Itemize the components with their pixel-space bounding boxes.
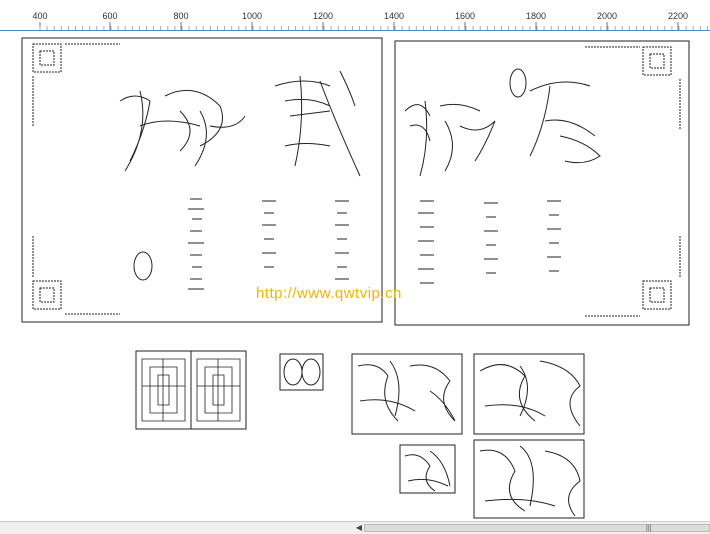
ruler-label: 800 — [173, 11, 189, 21]
seal-stamp — [283, 358, 303, 386]
lattice-tile[interactable] — [190, 350, 247, 430]
corner-ornament — [32, 43, 120, 126]
ruler-label: 2000 — [596, 11, 618, 21]
ruler-label: 1400 — [383, 11, 405, 21]
canvas-drawing — [21, 37, 690, 519]
calligraphy-column — [418, 200, 434, 284]
calligraphy-character — [139, 110, 246, 167]
calligraphy-column — [335, 200, 349, 280]
right-calligraphy-panel[interactable] — [394, 40, 690, 326]
ruler-label: 1600 — [454, 11, 476, 21]
calligraphy-pattern — [357, 360, 456, 422]
scroll-thumb[interactable] — [364, 524, 710, 532]
ruler-label: 1800 — [525, 11, 547, 21]
calligraphy-pattern — [404, 450, 451, 492]
seal-stamp — [301, 358, 321, 386]
ruler-label: 1000 — [241, 11, 263, 21]
calligraphy-character — [529, 81, 601, 164]
drawing-canvas[interactable]: http://www.qwtvip.cn — [0, 31, 710, 521]
watermark-text: http://www.qwtvip.cn — [256, 285, 402, 302]
calligraphy-tile[interactable] — [351, 353, 463, 435]
calligraphy-pattern — [479, 445, 581, 517]
seal-stamp — [509, 68, 527, 98]
calligraphy-column — [484, 202, 498, 274]
calligraphy-character — [404, 100, 496, 177]
ruler-label: 2200 — [667, 11, 689, 21]
horizontal-ruler[interactable]: 400 600 800 1000 1200 1400 1600 1800 200… — [0, 0, 710, 31]
ruler-label: 600 — [102, 11, 118, 21]
calligraphy-column — [262, 200, 276, 268]
corner-ornament — [585, 46, 681, 129]
calligraphy-character — [119, 89, 223, 172]
lattice-tile[interactable] — [135, 350, 192, 430]
calligraphy-tile[interactable] — [473, 439, 585, 519]
ruler-label: 1200 — [312, 11, 334, 21]
calligraphy-pattern — [479, 360, 581, 427]
calligraphy-character — [274, 70, 361, 177]
calligraphy-column — [188, 198, 204, 290]
seal-stamp — [133, 251, 153, 281]
corner-ornament — [585, 236, 681, 317]
calligraphy-column — [547, 200, 561, 272]
corner-ornament — [32, 236, 120, 315]
ruler-label: 400 — [32, 11, 48, 21]
scroll-grip-icon: ||| — [646, 525, 652, 532]
scroll-left-button[interactable]: ◀ — [354, 523, 364, 533]
horizontal-scrollbar[interactable]: ◀ ||| — [0, 521, 710, 534]
